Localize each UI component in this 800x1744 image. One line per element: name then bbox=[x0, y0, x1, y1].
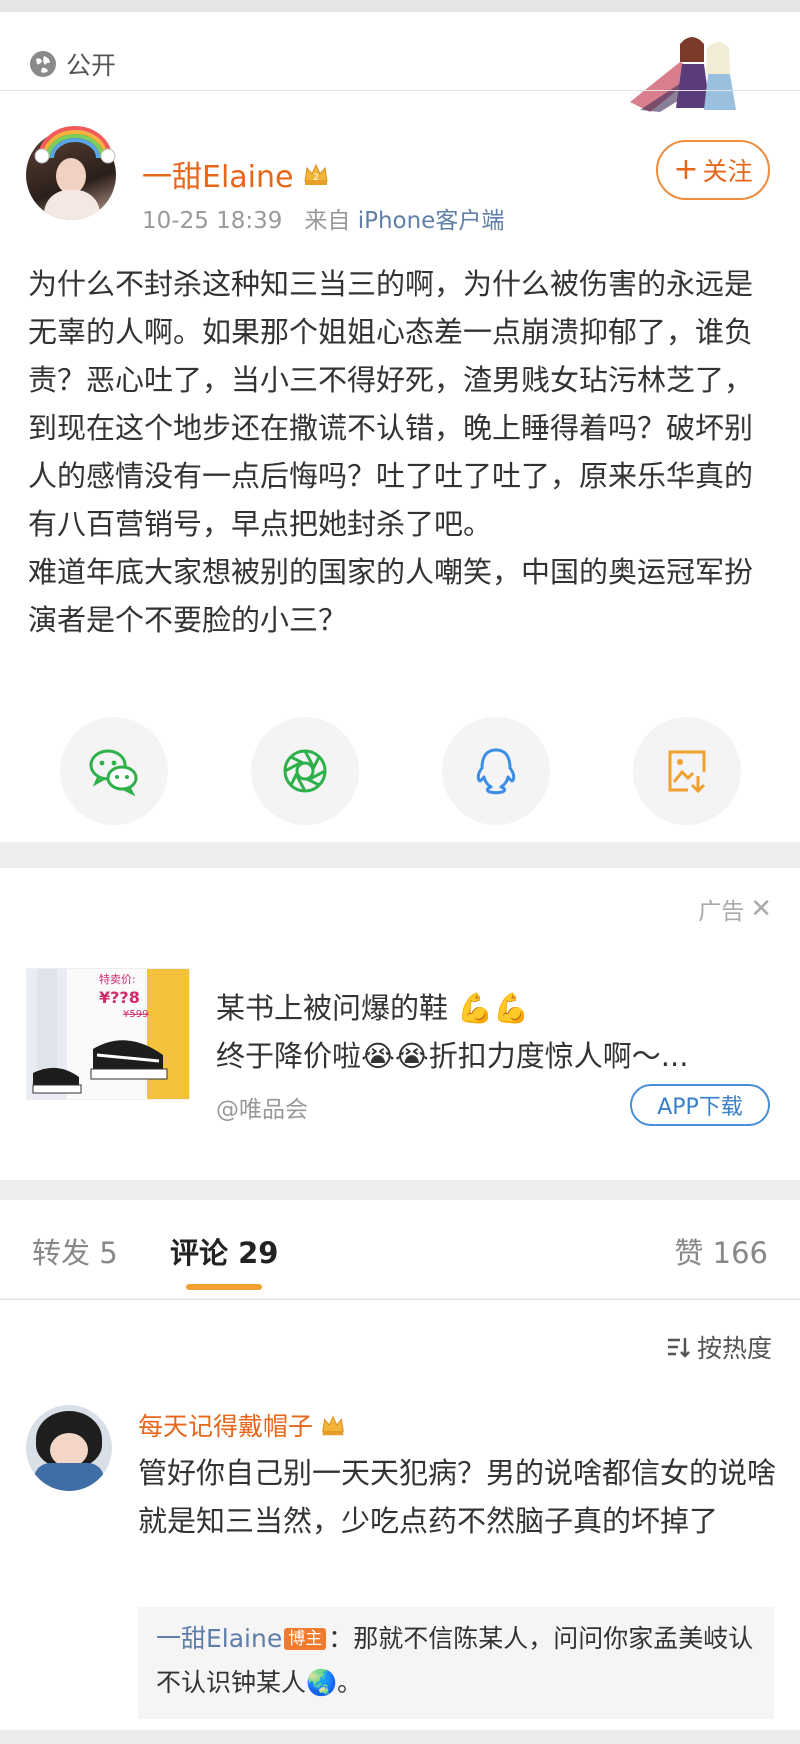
source-prefix: 来自 bbox=[304, 208, 351, 234]
blogger-reply[interactable]: 一甜Elaine 博主 ：那就不信陈某人，问问你家孟美岐认不认识钟某人🌏。 bbox=[138, 1607, 774, 1719]
reply-text-end: 。 bbox=[337, 1668, 363, 1697]
app-download-button[interactable]: APP下载 bbox=[630, 1084, 770, 1126]
moments-icon bbox=[283, 749, 327, 793]
rainbow-frame-icon bbox=[34, 126, 116, 164]
qq-icon bbox=[476, 748, 516, 795]
ad-source: @唯品会 bbox=[216, 1097, 308, 1123]
comment-text: 管好你自己别一天天犯病？男的说啥都信女的说啥就是知三当然，少吃点药不然脑子真的坏… bbox=[138, 1456, 777, 1538]
post-source[interactable]: iPhone客户端 bbox=[358, 208, 505, 234]
visibility-indicator: 公开 bbox=[28, 46, 116, 82]
comments-divider bbox=[0, 1299, 800, 1300]
author-name[interactable]: 一甜Elaine 2 bbox=[142, 152, 331, 196]
tab-likes[interactable]: 赞 166 bbox=[674, 1230, 768, 1272]
share-wechat-button[interactable] bbox=[60, 717, 168, 825]
sort-button[interactable]: 按热度 bbox=[665, 1329, 772, 1365]
globe-icon bbox=[30, 51, 56, 77]
top-separator bbox=[0, 0, 800, 12]
sort-icon bbox=[667, 1338, 690, 1358]
ad-title-line2b: 折扣力度惊人啊～... bbox=[428, 1039, 689, 1073]
post-card: 公开 一甜Elaine 2 10-25 18:39 来自 iPhone客户端 +… bbox=[0, 12, 800, 842]
follow-button[interactable]: + 关注 bbox=[656, 140, 770, 200]
tab-comments[interactable]: 评论 29 bbox=[170, 1230, 278, 1272]
tab-repost[interactable]: 转发 5 bbox=[32, 1230, 118, 1272]
save-image-button[interactable] bbox=[633, 717, 741, 825]
ad-tag[interactable]: 广告 ✕ bbox=[698, 892, 772, 926]
share-moments-button[interactable] bbox=[251, 717, 359, 825]
ad-title-line1: 某书上被问爆的鞋 bbox=[216, 991, 449, 1025]
wechat-icon bbox=[89, 749, 138, 797]
plus-icon: + bbox=[673, 152, 699, 187]
cartoon-decoration-icon bbox=[630, 37, 736, 112]
visibility-label: 公开 bbox=[66, 51, 117, 80]
cry-laugh-emoji-icon: 😭😭 bbox=[361, 1039, 429, 1073]
ad-title[interactable]: 某书上被问爆的鞋 💪💪 终于降价啦😭😭折扣力度惊人啊～... bbox=[216, 984, 776, 1080]
ad-price-label: 特卖价: bbox=[99, 972, 136, 986]
header-divider bbox=[0, 90, 800, 91]
bottom-separator bbox=[0, 1730, 800, 1744]
vip-crown-icon: 2 bbox=[304, 163, 329, 185]
comments-section: 按热度 每天记得戴帽子 管好你自己别一天天犯病？男的说啥都信女的说啥就是知三当然… bbox=[0, 1299, 800, 1744]
post-meta: 10-25 18:39 来自 iPhone客户端 bbox=[142, 201, 504, 235]
sort-label: 按热度 bbox=[696, 1334, 772, 1363]
reply-author[interactable]: 一甜Elaine bbox=[156, 1624, 282, 1653]
ad-tag-label: 广告 bbox=[698, 899, 745, 925]
active-tab-indicator bbox=[186, 1284, 262, 1290]
ad-card[interactable]: 广告 ✕ 特卖价: ¥??8 ¥599 某书上被问爆的鞋 💪💪 终于降价啦😭😭折… bbox=[0, 868, 800, 1180]
share-qq-button[interactable] bbox=[442, 717, 550, 825]
post-time: 10-25 18:39 bbox=[142, 208, 283, 234]
svg-text:2: 2 bbox=[314, 173, 320, 183]
globe-emoji-icon: 🌏 bbox=[306, 1668, 338, 1697]
commenter-name[interactable]: 每天记得戴帽子 bbox=[138, 1407, 347, 1443]
save-image-icon bbox=[668, 750, 706, 794]
muscle-emoji-icon: 💪💪 bbox=[457, 991, 530, 1025]
ad-image[interactable]: 特卖价: ¥??8 ¥599 bbox=[26, 968, 190, 1100]
follow-label: 关注 bbox=[702, 157, 753, 186]
vip-crown-icon bbox=[322, 1415, 344, 1436]
ad-price: ¥??8 bbox=[99, 988, 140, 1007]
author-name-label: 一甜Elaine bbox=[142, 160, 294, 195]
commenter-name-label: 每天记得戴帽子 bbox=[138, 1412, 314, 1441]
post-body: 为什么不封杀这种知三当三的啊，为什么被伤害的永远是无辜的人啊。如果那个姐姐心态差… bbox=[28, 267, 754, 637]
ad-title-line2: 终于降价啦 bbox=[216, 1039, 362, 1073]
commenter-avatar[interactable] bbox=[26, 1405, 112, 1491]
ad-orig-price: ¥599 bbox=[123, 1009, 148, 1020]
blogger-badge: 博主 bbox=[284, 1628, 327, 1650]
share-row bbox=[0, 717, 800, 825]
close-icon[interactable]: ✕ bbox=[750, 894, 772, 924]
post-tabs: 转发 5 评论 29 赞 166 bbox=[0, 1200, 800, 1298]
sneaker-image-icon: 特卖价: ¥??8 ¥599 bbox=[27, 969, 189, 1099]
